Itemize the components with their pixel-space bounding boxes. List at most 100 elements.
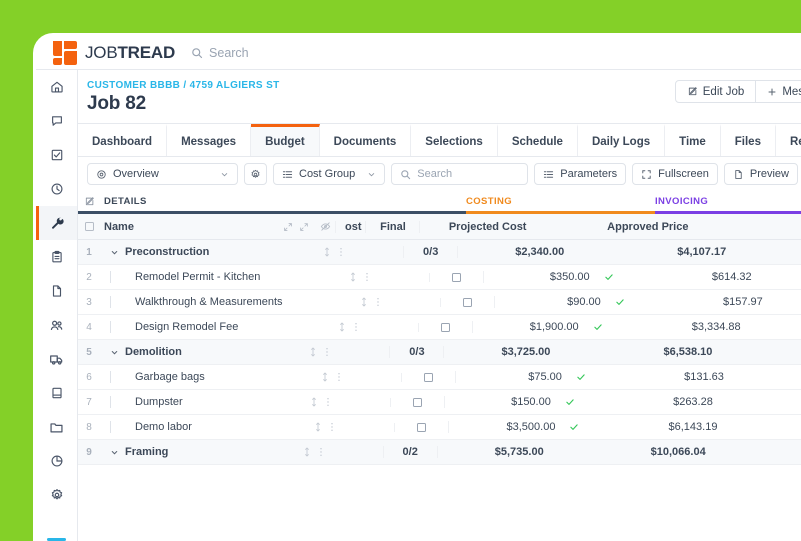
drag-handle-icon[interactable] (314, 422, 322, 432)
table-row[interactable]: 6Garbage bags$75.00$131.63 (78, 365, 801, 390)
cost-group-selector[interactable]: Cost Group (273, 163, 385, 185)
cell-final[interactable] (418, 323, 472, 332)
jobtread-logo-icon[interactable] (53, 41, 77, 65)
tab-time[interactable]: Time (665, 124, 721, 156)
sidebar-item-catalog[interactable] (36, 376, 77, 410)
collapse-all-icon[interactable] (283, 222, 293, 232)
cell-final[interactable] (394, 423, 448, 432)
row-tools[interactable] (341, 272, 379, 282)
chevron-down-icon[interactable] (110, 448, 119, 457)
sidebar-item-files[interactable] (36, 410, 77, 444)
row-name-cell[interactable]: Garbage bags (100, 371, 313, 383)
table-row-section[interactable]: 9Framing0/2$5,735.00$10,066.04 (78, 440, 801, 465)
row-menu-icon[interactable] (335, 372, 343, 382)
table-row[interactable]: 8Demo labor$3,500.00$6,143.19 (78, 415, 801, 440)
drag-handle-icon[interactable] (310, 397, 318, 407)
row-tools[interactable] (306, 422, 344, 432)
cell-final[interactable] (390, 398, 444, 407)
select-all-checkbox[interactable] (78, 222, 100, 231)
row-tools[interactable] (295, 447, 333, 457)
sidebar-item-reports[interactable] (36, 444, 77, 478)
row-name-cell[interactable]: Design Remodel Fee (100, 321, 330, 333)
view-selector[interactable]: Overview (87, 163, 238, 185)
row-tools[interactable] (315, 247, 353, 257)
row-name-cell[interactable]: Dumpster (100, 396, 302, 408)
sidebar-item-documents[interactable] (36, 274, 77, 308)
table-row[interactable]: 3Walkthrough & Measurements$90.00$157.97 (78, 290, 801, 315)
tab-dashboard[interactable]: Dashboard (78, 124, 167, 156)
row-tools[interactable] (302, 397, 340, 407)
expand-all-icon[interactable] (299, 222, 309, 232)
global-search[interactable]: Search (191, 46, 249, 60)
message-button[interactable]: Message (755, 80, 801, 103)
row-tools[interactable] (352, 297, 390, 307)
sidebar-item-vendors[interactable] (36, 342, 77, 376)
tab-documents[interactable]: Documents (320, 124, 412, 156)
cell-final[interactable]: 0/3 (403, 246, 457, 258)
preview-button[interactable]: Preview (724, 163, 798, 185)
chevron-down-icon[interactable] (110, 348, 119, 357)
row-menu-icon[interactable] (323, 347, 331, 357)
chevron-down-icon[interactable] (110, 248, 119, 257)
row-name-cell[interactable]: Framing (100, 446, 295, 458)
tab-daily-logs[interactable]: Daily Logs (578, 124, 665, 156)
parameters-button[interactable]: Parameters (534, 163, 626, 185)
tab-schedule[interactable]: Schedule (498, 124, 578, 156)
hide-column-icon[interactable] (315, 221, 335, 232)
tab-messages[interactable]: Messages (167, 124, 251, 156)
final-checkbox[interactable] (441, 323, 450, 332)
sidebar-item-tasks[interactable] (36, 138, 77, 172)
column-header-cost[interactable]: ost (335, 221, 365, 233)
sidebar-item-contacts[interactable] (36, 308, 77, 342)
final-checkbox[interactable] (417, 423, 426, 432)
drag-handle-icon[interactable] (303, 447, 311, 457)
sidebar-item-settings[interactable] (36, 478, 77, 512)
budget-search-input[interactable]: Search (391, 163, 528, 185)
table-row-section[interactable]: 1Preconstruction0/3$2,340.00$4,107.17 (78, 240, 801, 265)
row-name-cell[interactable]: Preconstruction (100, 246, 315, 258)
row-menu-icon[interactable] (352, 322, 360, 332)
fullscreen-button[interactable]: Fullscreen (632, 163, 718, 185)
bulk-edit-icon[interactable] (78, 196, 100, 207)
column-header-name[interactable]: Name (100, 221, 277, 233)
column-header-projected-cost[interactable]: Projected Cost (419, 221, 534, 233)
cell-final[interactable]: 0/3 (389, 346, 443, 358)
sidebar-item-messages[interactable] (36, 104, 77, 138)
edit-job-button[interactable]: Edit Job (675, 80, 757, 103)
drag-handle-icon[interactable] (349, 272, 357, 282)
row-name-cell[interactable]: Walkthrough & Measurements (100, 296, 352, 308)
row-menu-icon[interactable] (324, 397, 332, 407)
final-checkbox[interactable] (424, 373, 433, 382)
tab-files[interactable]: Files (721, 124, 776, 156)
table-row[interactable]: 2Remodel Permit - Kitchen$350.00$614.32 (78, 265, 801, 290)
row-name-cell[interactable]: Remodel Permit - Kitchen (100, 271, 341, 283)
final-checkbox[interactable] (413, 398, 422, 407)
drag-handle-icon[interactable] (360, 297, 368, 307)
tab-budget[interactable]: Budget (251, 124, 320, 156)
table-row-section[interactable]: 5Demolition0/3$3,725.00$6,538.10 (78, 340, 801, 365)
cell-final[interactable] (429, 273, 483, 282)
row-tools[interactable] (313, 372, 351, 382)
column-header-approved-price[interactable]: Approved Price (556, 221, 696, 233)
sidebar-item-jobs[interactable] (36, 206, 77, 240)
tab-reports[interactable]: Reports (776, 124, 801, 156)
tab-selections[interactable]: Selections (411, 124, 498, 156)
row-menu-icon[interactable] (317, 447, 325, 457)
row-tools[interactable] (301, 347, 339, 357)
breadcrumb[interactable]: CUSTOMER BBBB / 4759 ALGIERS ST (87, 80, 280, 91)
final-checkbox[interactable] (463, 298, 472, 307)
row-menu-icon[interactable] (374, 297, 382, 307)
final-checkbox[interactable] (452, 273, 461, 282)
table-row[interactable]: 4Design Remodel Fee$1,900.00$3,334.88 (78, 315, 801, 340)
cell-final[interactable]: 0/2 (383, 446, 437, 458)
drag-handle-icon[interactable] (323, 247, 331, 257)
sidebar-item-daily-logs[interactable] (36, 240, 77, 274)
drag-handle-icon[interactable] (338, 322, 346, 332)
sidebar-item-home[interactable] (36, 70, 77, 104)
row-menu-icon[interactable] (363, 272, 371, 282)
cell-final[interactable] (401, 373, 455, 382)
drag-handle-icon[interactable] (321, 372, 329, 382)
row-name-cell[interactable]: Demo labor (100, 421, 306, 433)
row-name-cell[interactable]: Demolition (100, 346, 301, 358)
sidebar-item-time[interactable] (36, 172, 77, 206)
